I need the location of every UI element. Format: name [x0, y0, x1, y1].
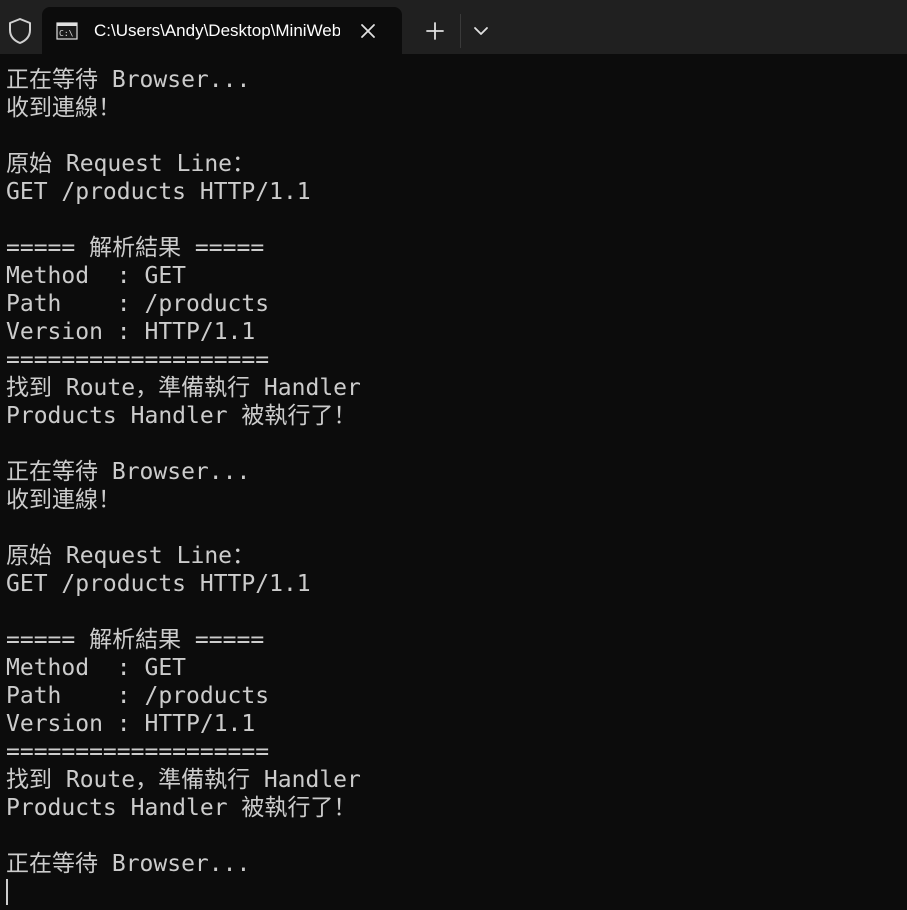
terminal-line: GET /products HTTP/1.1: [6, 571, 311, 597]
terminal-line: Products Handler 被執行了！: [6, 403, 357, 429]
terminal-line: GET /products HTTP/1.1: [6, 179, 311, 205]
terminal-line: Method : GET: [6, 263, 187, 289]
terminal-line: Version : HTTP/1.1: [6, 319, 256, 345]
terminal-line: ===================: [6, 739, 270, 765]
terminal-line: 正在等待 Browser...: [6, 67, 251, 93]
terminal-line: Version : HTTP/1.1: [6, 711, 256, 737]
terminal-line: 正在等待 Browser...: [6, 851, 251, 877]
svg-text:C:\: C:\: [59, 29, 74, 38]
terminal-line: 原始 Request Line：: [6, 151, 256, 177]
terminal-line: 正在等待 Browser...: [6, 459, 251, 485]
terminal-line: 收到連線！: [6, 487, 121, 513]
terminal-output[interactable]: 正在等待 Browser... 收到連線！ 原始 Request Line： G…: [0, 54, 907, 910]
tab-title: C:\Users\Andy\Desktop\MiniWeb: [94, 21, 340, 40]
terminal-line: Products Handler 被執行了！: [6, 795, 357, 821]
terminal-line: Path : /products: [6, 683, 270, 709]
terminal-line: 找到 Route，準備執行 Handler: [6, 375, 361, 401]
command-prompt-icon: C:\: [56, 22, 78, 40]
tab-terminal[interactable]: C:\ C:\Users\Andy\Desktop\MiniWeb: [42, 7, 402, 54]
terminal-line: 原始 Request Line：: [6, 543, 256, 569]
terminal-line: 收到連線！: [6, 95, 121, 121]
terminal-line: ===================: [6, 347, 270, 373]
close-icon[interactable]: [358, 21, 378, 41]
terminal-line: Method : GET: [6, 655, 187, 681]
toolbar-divider: [460, 14, 461, 48]
plus-icon[interactable]: [420, 16, 450, 46]
shield-icon[interactable]: [7, 17, 33, 45]
terminal-line: ===== 解析結果 =====: [6, 627, 265, 653]
text-cursor: [6, 879, 8, 905]
chevron-down-icon[interactable]: [466, 16, 496, 46]
terminal-prompt-line[interactable]: [6, 878, 907, 906]
terminal-line: Path : /products: [6, 291, 270, 317]
title-bar: C:\ C:\Users\Andy\Desktop\MiniWeb: [0, 0, 907, 54]
terminal-line: ===== 解析結果 =====: [6, 235, 265, 261]
terminal-line: 找到 Route，準備執行 Handler: [6, 767, 361, 793]
